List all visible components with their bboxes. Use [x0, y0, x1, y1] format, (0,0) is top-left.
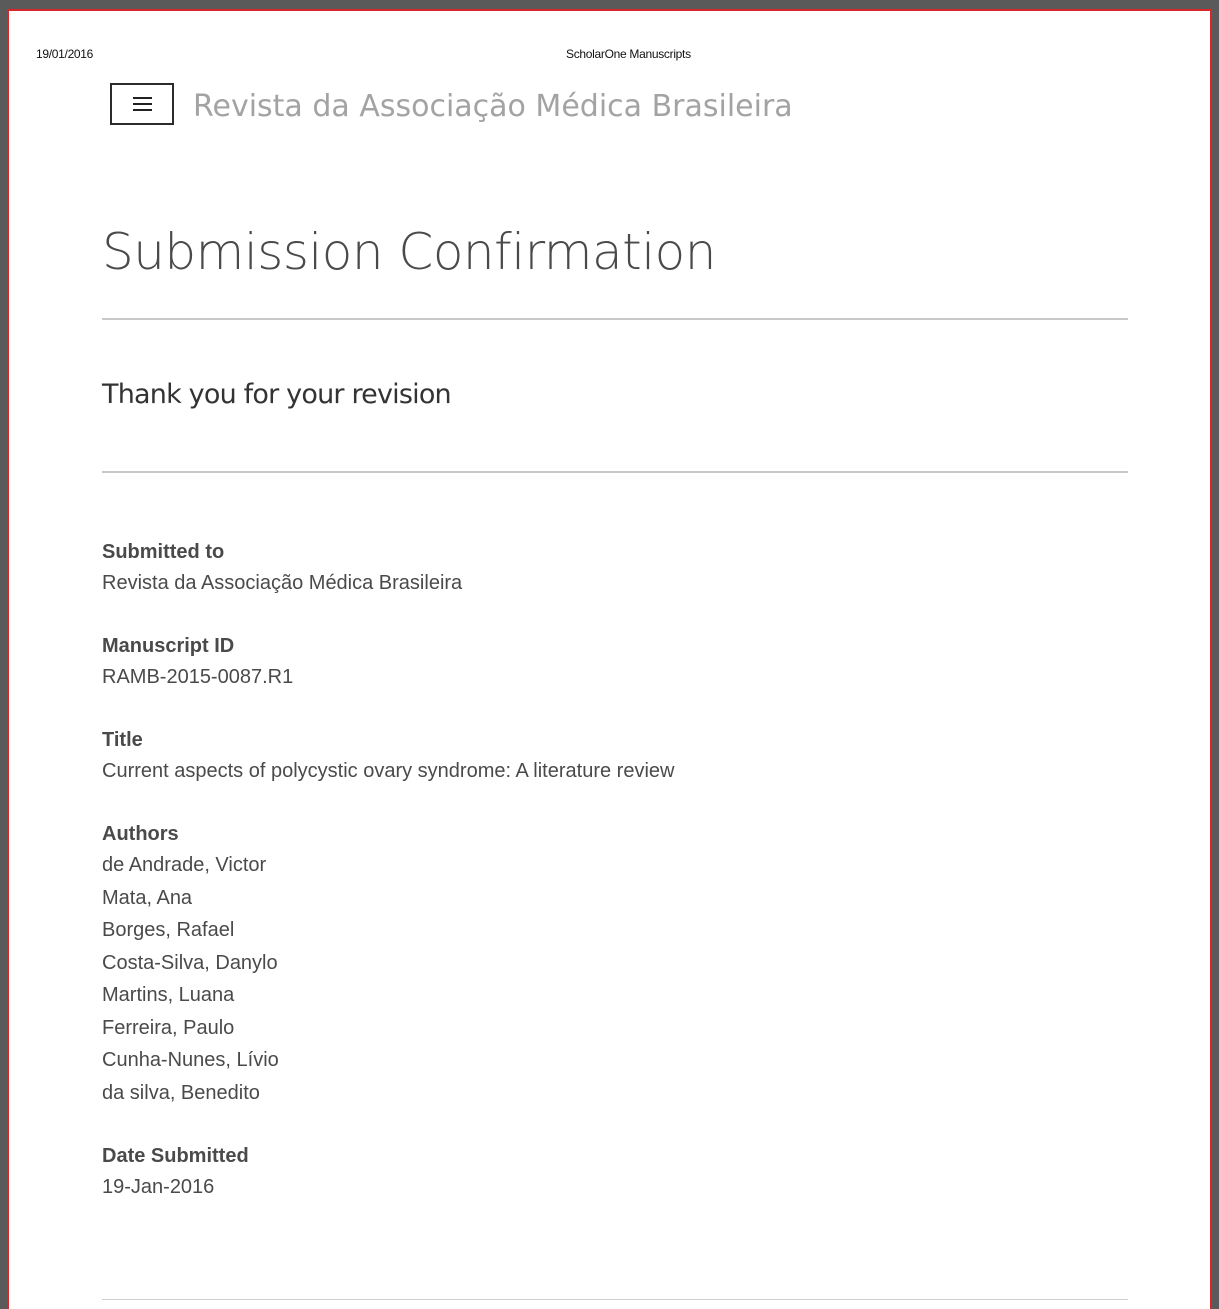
print-date: 19/01/2016 [36, 47, 94, 61]
title-field: Title Current aspects of polycystic ovar… [102, 725, 1102, 787]
date-submitted-field: Date Submitted 19-Jan-2016 [102, 1141, 1102, 1203]
divider [102, 471, 1128, 473]
author-name: de Andrade, Victor [102, 854, 267, 876]
author-name: Borges, Rafael [102, 919, 235, 941]
confirmation-message: Thank you for your revision [102, 379, 452, 410]
journal-name[interactable]: Revista da Associação Médica Brasileira [193, 89, 793, 124]
menu-button[interactable] [110, 83, 174, 125]
field-label: Title [102, 729, 143, 751]
author-name: Mata, Ana [102, 886, 193, 909]
submission-details: Submitted to Revista da Associação Médic… [102, 537, 1102, 1235]
document-page: 19/01/2016 ScholarOne Manuscripts Revist… [7, 9, 1212, 1309]
author-name: Martins, Luana [102, 984, 235, 1006]
field-label: Manuscript ID [102, 635, 235, 657]
divider [102, 318, 1128, 320]
field-label: Date Submitted [102, 1145, 249, 1167]
field-value: Current aspects of polycystic ovary synd… [102, 760, 675, 782]
author-name: Ferreira, Paulo [102, 1016, 235, 1039]
field-value: Revista da Associação Médica Brasileira [102, 572, 463, 594]
author-name: Costa-Silva, Danylo [102, 951, 278, 974]
field-value: 19-Jan-2016 [102, 1176, 215, 1198]
field-value: RAMB-2015-0087.R1 [102, 666, 294, 688]
author-name: Cunha-Nunes, Lívio [102, 1049, 279, 1071]
manuscript-id-field: Manuscript ID RAMB-2015-0087.R1 [102, 631, 1102, 693]
print-page-title: ScholarOne Manuscripts [566, 47, 691, 61]
page-title: Submission Confirmation [102, 223, 716, 281]
divider [102, 1299, 1128, 1300]
field-label: Submitted to [102, 541, 225, 563]
authors-field: Authors de Andrade, Victor Mata, Ana Bor… [102, 819, 1102, 1109]
author-name: da silva, Benedito [102, 1081, 260, 1104]
submitted-to-field: Submitted to Revista da Associação Médic… [102, 537, 1102, 599]
field-label: Authors [102, 823, 179, 845]
